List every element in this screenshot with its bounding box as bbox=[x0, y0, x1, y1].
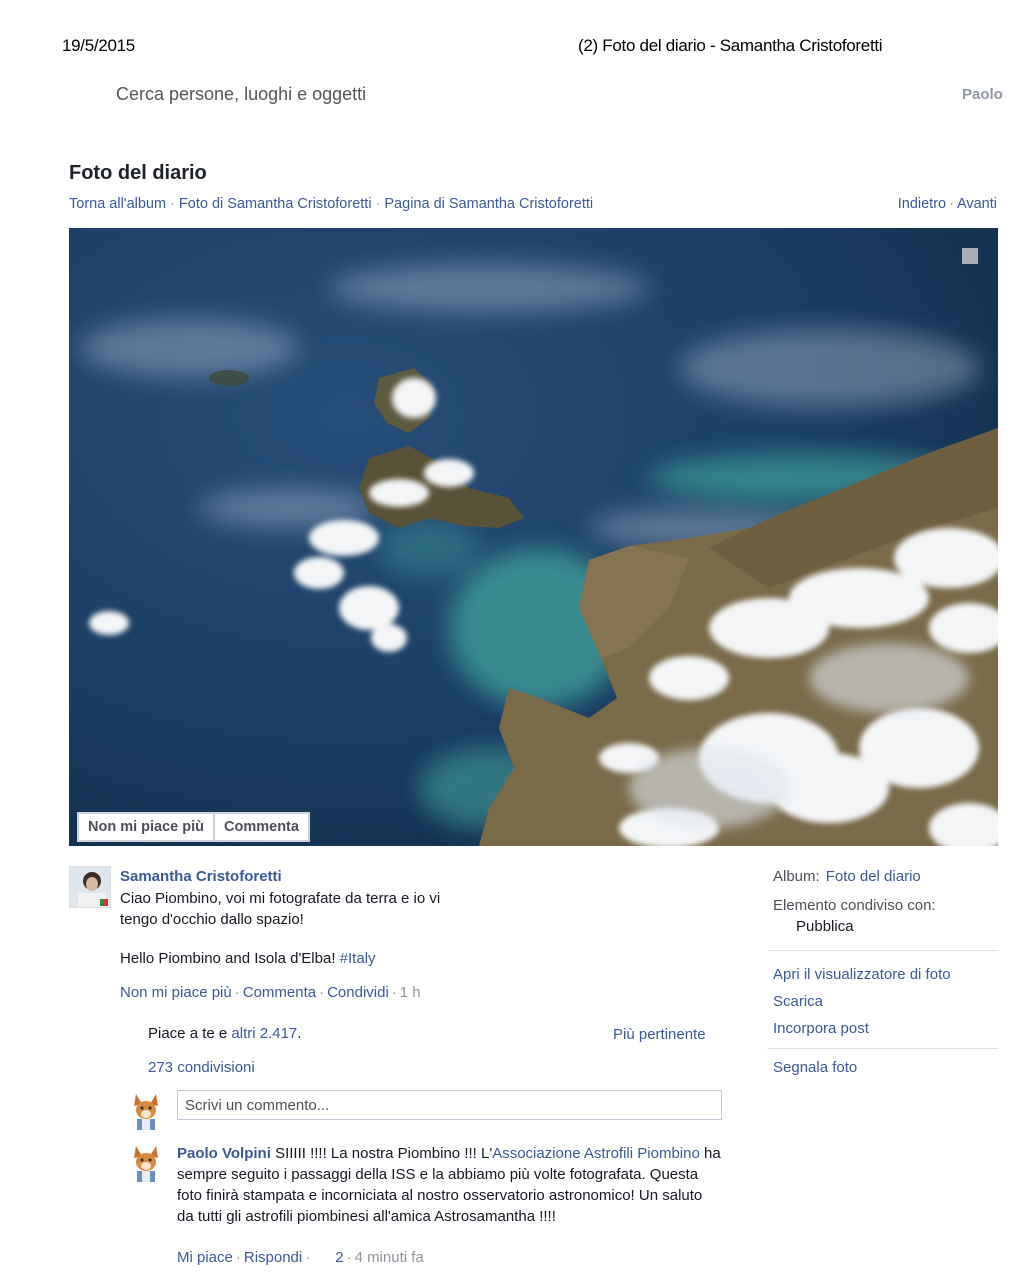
fox-avatar-icon[interactable] bbox=[130, 1142, 162, 1182]
post-actions: Non mi piace più · Commenta · Condividi · 1 h bbox=[120, 984, 421, 1001]
shared-with-label: Elemento condiviso con: bbox=[773, 897, 936, 914]
print-header: 19/5/2015 (2) Foto del diario - Samantha… bbox=[0, 36, 1024, 60]
comment-timestamp[interactable]: 4 minuti fa bbox=[355, 1249, 424, 1266]
search-input[interactable]: Cerca persone, luoghi e oggetti bbox=[116, 84, 366, 105]
separator: · bbox=[235, 1249, 241, 1266]
separator: · bbox=[375, 196, 381, 212]
enlarge-square-icon[interactable] bbox=[962, 248, 978, 264]
unlike-photo-button[interactable]: Non mi piace più bbox=[78, 813, 215, 841]
comment-actions: Mi piace · Rispondi · 2 · 4 minuti fa bbox=[177, 1249, 424, 1266]
separator: · bbox=[234, 984, 240, 1001]
shares-count-link[interactable]: 273 condivisioni bbox=[148, 1059, 255, 1076]
sidebar-divider bbox=[767, 950, 998, 951]
sidebar-divider bbox=[767, 1048, 998, 1049]
comment-author-link[interactable]: Paolo Volpini bbox=[177, 1145, 271, 1162]
hashtag-link[interactable]: #Italy bbox=[340, 950, 376, 967]
main-photo[interactable]: Non mi piace più Commenta bbox=[69, 228, 998, 846]
separator: · bbox=[305, 1249, 311, 1266]
album-link[interactable]: Foto del diario bbox=[826, 868, 921, 885]
separator: · bbox=[319, 984, 325, 1001]
separator: · bbox=[346, 1249, 352, 1266]
likes-suffix: . bbox=[297, 1025, 302, 1042]
prev-photo-link[interactable]: Indietro bbox=[898, 196, 946, 212]
post-author-link[interactable]: Samantha Cristoforetti bbox=[120, 868, 282, 885]
open-photo-viewer-link[interactable]: Apri il visualizzatore di foto bbox=[773, 966, 998, 983]
post-text-secondary: Hello Piombino and Isola d'Elba! #Italy bbox=[120, 950, 376, 967]
comment-photo-button[interactable]: Commenta bbox=[214, 813, 309, 841]
comment-like-link[interactable]: Mi piace bbox=[177, 1249, 233, 1266]
sidebar-album: Album: Foto del diario bbox=[773, 868, 998, 885]
post-text-en: Hello Piombino and Isola d'Elba! bbox=[120, 950, 336, 967]
post-share-link[interactable]: Condividi bbox=[327, 984, 389, 1001]
post-timestamp[interactable]: 1 h bbox=[400, 984, 421, 1001]
report-photo-link[interactable]: Segnala foto bbox=[773, 1059, 998, 1076]
comment-like-count[interactable]: 2 bbox=[335, 1249, 343, 1266]
separator: · bbox=[949, 196, 954, 212]
album-label: Album: bbox=[773, 868, 820, 885]
comment-sort-dropdown[interactable]: Più pertinente bbox=[613, 1026, 706, 1043]
download-link[interactable]: Scarica bbox=[773, 993, 998, 1010]
breadcrumb: Torna all'album · Foto di Samantha Cristof… bbox=[69, 196, 593, 212]
embed-post-link[interactable]: Incorpora post bbox=[773, 1020, 998, 1037]
print-title: (2) Foto del diario - Samantha Cristofor… bbox=[578, 36, 883, 55]
page-title: Foto del diario bbox=[69, 162, 207, 184]
photo-actions-bar: Non mi piace più Commenta bbox=[77, 812, 310, 842]
breadcrumb-back-to-album[interactable]: Torna all'album bbox=[69, 196, 166, 212]
post-text: Ciao Piombino, voi mi fotografate da ter… bbox=[120, 890, 441, 928]
separator: · bbox=[170, 196, 175, 212]
privacy-public-label: Pubblica bbox=[796, 918, 854, 935]
post-comment-link[interactable]: Commenta bbox=[243, 984, 316, 1001]
comment-body: Paolo Volpini SIIIII !!!! La nostra Piom… bbox=[177, 1143, 722, 1227]
comment-mention-link[interactable]: Associazione Astrofili Piombino bbox=[492, 1145, 700, 1162]
likes-others-link[interactable]: altri 2.417 bbox=[231, 1025, 297, 1042]
post-unlike-link[interactable]: Non mi piace più bbox=[120, 984, 232, 1001]
satellite-image bbox=[69, 228, 998, 846]
photo-pager: Indietro · Avanti bbox=[898, 196, 997, 212]
likes-prefix: Piace a te e bbox=[148, 1025, 228, 1042]
user-name-link[interactable]: Paolo bbox=[962, 86, 1003, 103]
next-photo-link[interactable]: Avanti bbox=[957, 196, 997, 212]
comment-reply-link[interactable]: Rispondi bbox=[244, 1249, 302, 1266]
likes-summary: Piace a te e altri 2.417. bbox=[148, 1025, 301, 1042]
breadcrumb-page[interactable]: Pagina di Samantha Cristoforetti bbox=[384, 196, 593, 212]
fox-avatar-icon bbox=[130, 1090, 162, 1130]
print-date: 19/5/2015 bbox=[62, 36, 135, 55]
breadcrumb-photos[interactable]: Foto di Samantha Cristoforetti bbox=[179, 196, 372, 212]
separator: · bbox=[391, 984, 397, 1001]
comment-text-before: SIIIII !!!! La nostra Piombino !!! L' bbox=[275, 1145, 493, 1162]
author-avatar[interactable] bbox=[69, 866, 111, 908]
comment-input[interactable] bbox=[177, 1090, 722, 1120]
